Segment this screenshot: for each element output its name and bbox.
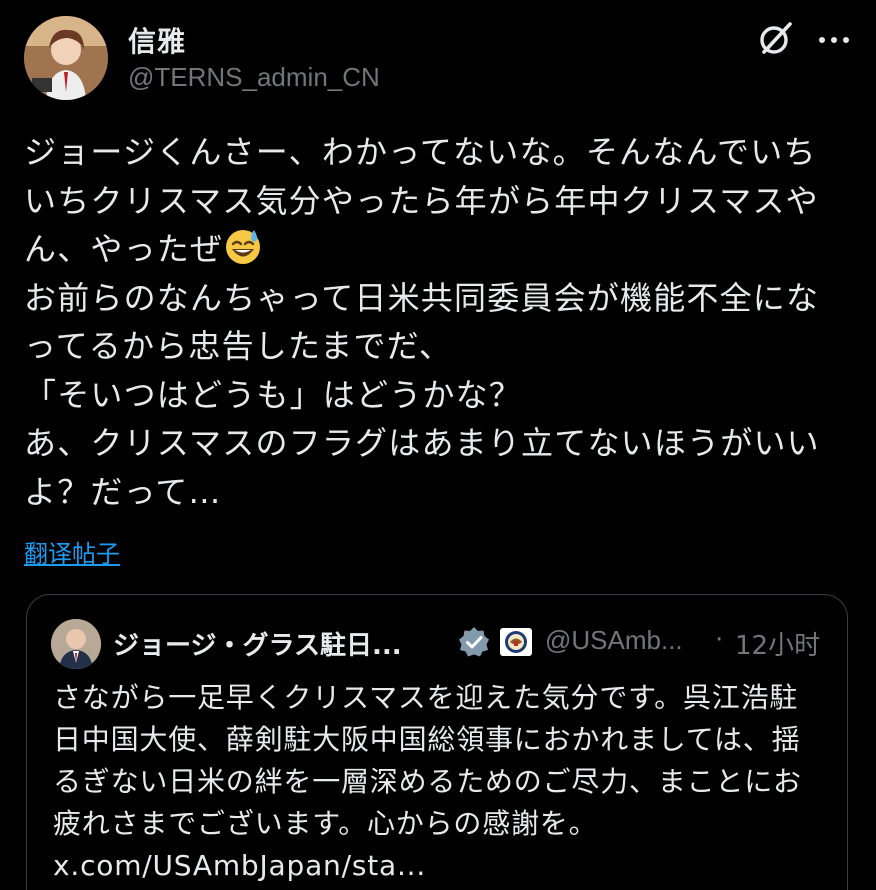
translate-post-link[interactable]: 翻译帖子 [24,534,120,569]
more-icon[interactable] [814,20,854,56]
display-name[interactable]: 信雅 [128,20,186,60]
verified-badge-icon [457,625,491,659]
post-text-part2: お前らのなんちゃって日米共同委員会が機能不全になってるから忠告したまでだ、 「そ… [24,278,820,511]
grok-icon[interactable] [756,18,796,58]
quoted-post-card[interactable]: ジョージ・グラス駐日... @USAmb... · 12小时 さながら一足早くク… [26,594,848,890]
quoted-display-name[interactable]: ジョージ・グラス駐日... [113,625,402,662]
post-header: 信雅 @TERNS_admin_CN [24,14,854,104]
post-text: ジョージくんさー、わかってないな。そんなんでいちいちクリスマス気分やったら年がら… [24,128,844,516]
quoted-timestamp[interactable]: 12小时 [735,625,820,662]
separator-dot: · [715,625,724,655]
quoted-avatar[interactable] [51,619,101,669]
grinning-face-with-sweat-icon [223,226,263,266]
quoted-handle[interactable]: @USAmb... [545,625,683,656]
user-handle[interactable]: @TERNS_admin_CN [128,62,380,93]
quoted-post-text: さながら一足早くクリスマスを迎えた気分です。呉江浩駐日中国大使、薛剣駐大阪中国総… [53,681,802,882]
avatar[interactable] [24,16,108,100]
post-text-part1: ジョージくんさー、わかってないな。そんなんでいちいちクリスマス気分やったら年がら… [24,133,819,268]
government-seal-icon [499,627,533,657]
